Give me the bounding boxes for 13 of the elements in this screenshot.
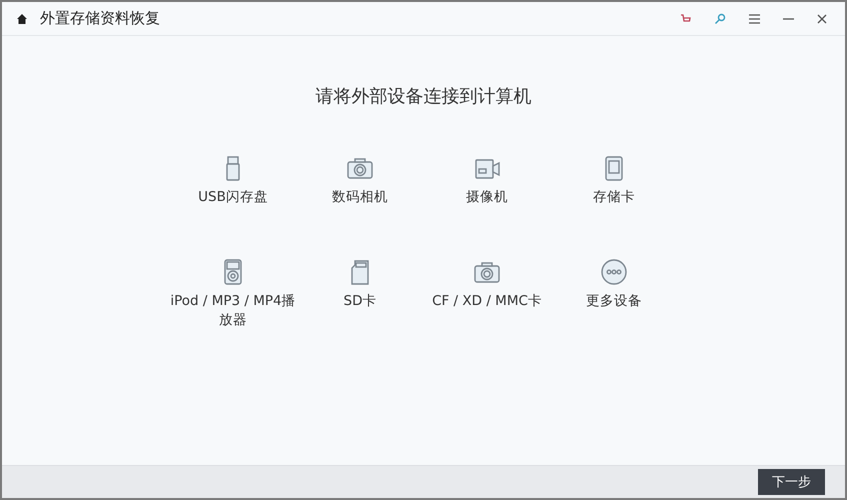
window-title: 外置存储资料恢复 bbox=[40, 9, 161, 28]
more-icon bbox=[600, 258, 628, 286]
device-option[interactable]: USB闪存盘 bbox=[170, 154, 296, 238]
next-button[interactable]: 下一步 bbox=[758, 469, 825, 495]
instruction-heading: 请将外部设备连接到计算机 bbox=[316, 85, 532, 108]
device-option[interactable]: CF / XD / MMC卡 bbox=[424, 258, 550, 342]
device-option[interactable]: 摄像机 bbox=[424, 154, 550, 238]
device-option[interactable]: SD卡 bbox=[296, 258, 424, 342]
device-option[interactable]: 数码相机 bbox=[296, 154, 424, 238]
device-option[interactable]: iPod / MP3 / MP4播放器 bbox=[170, 258, 296, 342]
device-option[interactable]: 更多设备 bbox=[550, 258, 678, 342]
home-icon bbox=[16, 12, 28, 24]
device-option[interactable]: 存储卡 bbox=[550, 154, 678, 238]
